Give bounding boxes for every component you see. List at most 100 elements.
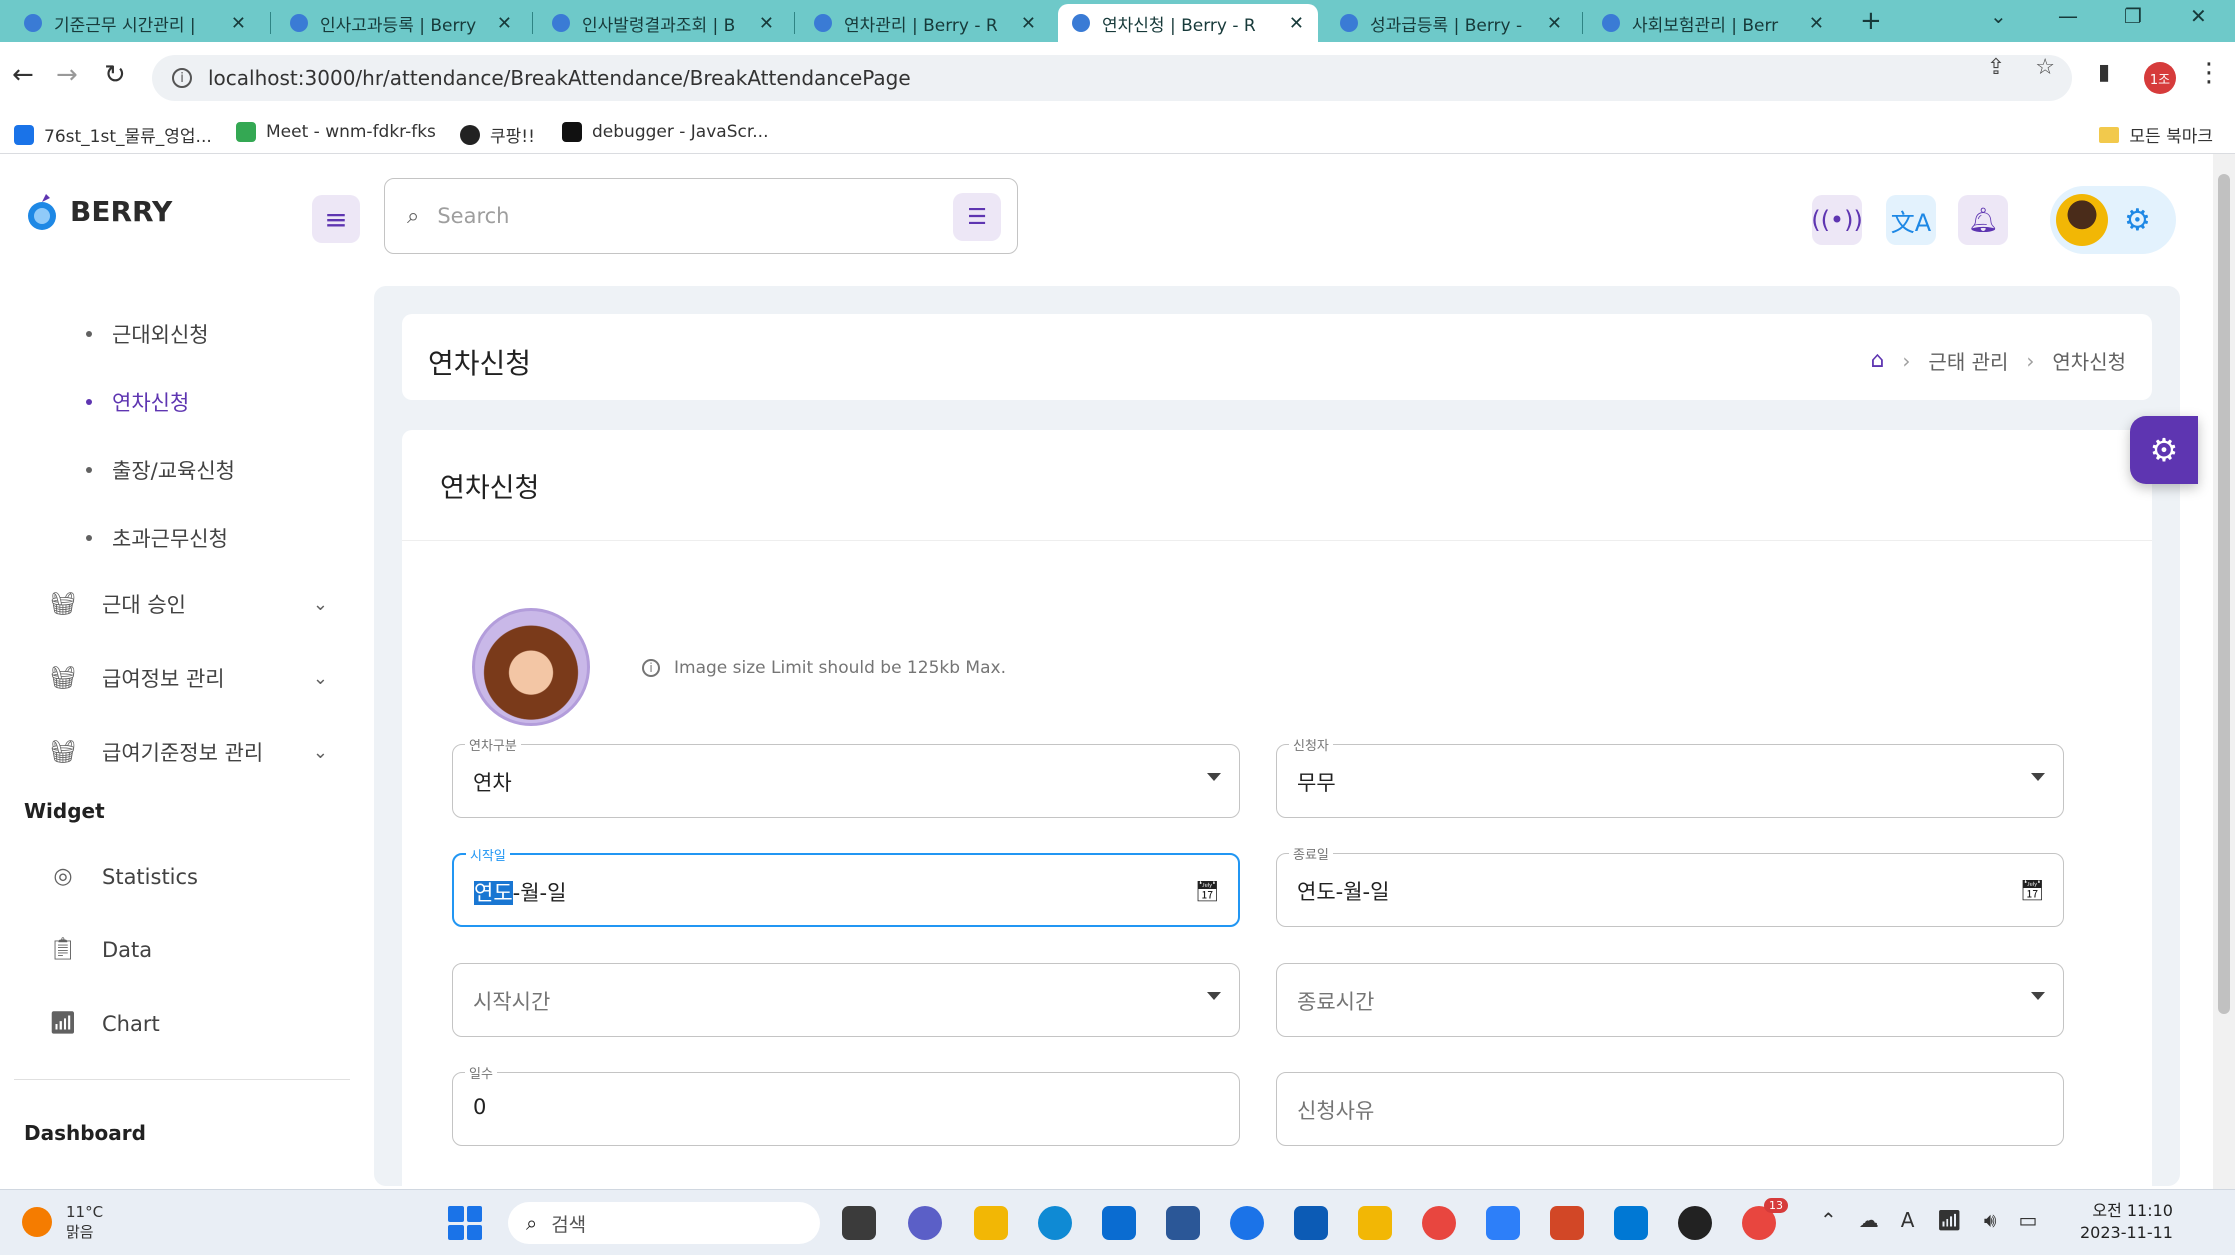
days-field[interactable]: 일수 0 [452,1063,1240,1146]
tab-close-icon[interactable]: ✕ [759,13,774,34]
side-panel-icon[interactable]: ▮ [2098,60,2110,85]
chrome-icon[interactable] [1422,1206,1456,1240]
notifications-button[interactable]: 🔔︎ [1958,195,2008,245]
restore-icon[interactable]: ❐ [2124,4,2142,28]
wifi-icon[interactable]: 📶︎ [1936,1208,1961,1232]
site-info-icon[interactable]: i [172,68,192,88]
scrollbar-thumb[interactable] [2218,174,2230,1014]
sidebar-item-chart[interactable]: 📶︎ Chart [48,1011,328,1036]
sidebar-item-leave-request[interactable]: 연차신청 [86,387,189,417]
sidebar-item-business-trip-request[interactable]: 출장/교육신청 [86,455,235,485]
folder-icon[interactable] [974,1206,1008,1240]
vscode-icon[interactable] [1614,1206,1648,1240]
start-time-select[interactable]: 시작시간 [452,963,1240,1037]
bookmark-item[interactable]: debugger - JavaScr... [562,122,768,142]
taskbar-search[interactable]: ⌕ 검색 [508,1202,820,1244]
remote-desktop-icon[interactable] [1102,1206,1136,1240]
broadcast-button[interactable]: ((•)) [1811,195,1863,245]
end-date-field[interactable]: 종료일 연도-월-일 📅︎ [1276,844,2064,927]
end-time-select[interactable]: 종료시간 [1276,963,2064,1037]
tab-0[interactable]: 기준근무 시간관리 | ✕ [10,4,260,42]
filter-button[interactable]: ☰ [953,193,1001,241]
customization-settings-button[interactable]: ⚙ [2130,416,2198,484]
url-bar[interactable]: i localhost:3000/hr/attendance/BreakAtte… [152,55,2072,101]
bookmark-item[interactable]: Meet - wnm-fdkr-fks [236,122,436,142]
sidebar-item-attendance-request[interactable]: 근대외신청 [86,319,209,349]
bookmark-item[interactable]: 쿠팡!! [460,122,535,147]
leave-type-select[interactable]: 연차구분 연차 [452,735,1240,818]
field-value[interactable]: 연도-월-일 [474,877,566,907]
year-segment-selected[interactable]: 연도 [474,881,513,905]
browser-profile-avatar[interactable]: 1조 [2144,62,2176,94]
forward-icon[interactable]: → [56,60,78,90]
calendar-icon[interactable]: 📅︎ [2020,878,2045,902]
applicant-photo[interactable] [472,608,590,726]
tab-1[interactable]: 인사고과등록 | Berry ✕ [276,4,526,42]
calendar-icon[interactable]: 📅︎ [1195,879,1220,903]
bookmark-item[interactable]: 76st_1st_물류_영업... [14,122,212,147]
tab-close-icon[interactable]: ✕ [1289,13,1304,34]
all-bookmarks[interactable]: 모든 북마크 [2099,122,2213,147]
translate-button[interactable]: 文A [1886,195,1936,245]
tab-5[interactable]: 성과급등록 | Berry - ✕ [1326,4,1576,42]
battery-icon[interactable]: ▭ [2018,1208,2037,1232]
home-icon[interactable]: ⌂ [1870,348,1884,373]
sidebar-item-data[interactable]: 📋︎ Data [48,937,328,962]
volume-icon[interactable]: 🔊︎ [1984,1208,1997,1232]
minimize-icon[interactable]: — [2058,4,2078,28]
arrow-app-icon[interactable] [1230,1206,1264,1240]
reload-icon[interactable]: ↻ [104,60,126,90]
x-app-icon[interactable] [1294,1206,1328,1240]
sidebar-group-attendance-approval[interactable]: 🧺︎ 근대 승인 ⌄ [48,589,328,619]
sidebar-item-overtime-request[interactable]: 초과근무신청 [86,523,228,553]
edge-icon[interactable] [1038,1206,1072,1240]
tab-close-icon[interactable]: ✕ [1021,13,1036,34]
search-box[interactable]: ⌕ ☰ [384,178,1018,254]
store-icon[interactable] [1166,1206,1200,1240]
breadcrumb-item[interactable]: 근태 관리 [1928,346,2008,375]
tab-close-icon[interactable]: ✕ [1809,13,1824,34]
media-player-icon[interactable] [1678,1206,1712,1240]
search-input[interactable] [437,204,898,228]
tab-6[interactable]: 사회보험관리 | Berr ✕ [1588,4,1838,42]
ime-icon[interactable]: A [1901,1208,1915,1232]
start-date-field[interactable]: 시작일 연도-월-일 📅︎ [452,845,1240,927]
sidebar-group-payroll-standard[interactable]: 🧺︎ 급여기준정보 관리 ⌄ [48,737,328,767]
new-tab-icon[interactable]: + [1860,6,1882,36]
month-day-segment[interactable]: -월-일 [513,881,567,905]
powerpoint-icon[interactable] [1550,1206,1584,1240]
share-icon[interactable]: ⇪ [1987,55,2005,80]
tab-search-chevron-icon[interactable]: ⌄ [1990,4,2007,28]
start-button[interactable] [448,1206,482,1240]
network-icon[interactable]: ☁ [1859,1208,1879,1232]
applicant-select[interactable]: 신청자 무무 [1276,735,2064,818]
sidebar-group-payroll-info[interactable]: 🧺︎ 급여정보 관리 ⌄ [48,663,328,693]
page-scrollbar[interactable] [2213,154,2235,1189]
close-window-icon[interactable]: ✕ [2190,4,2207,28]
intellij-icon[interactable] [1358,1206,1392,1240]
url-text[interactable]: localhost:3000/hr/attendance/BreakAttend… [208,66,911,90]
browser-menu-icon[interactable]: ⋮ [2196,58,2222,88]
brand-logo[interactable]: BERRY [24,190,172,232]
tab-close-icon[interactable]: ✕ [1547,13,1562,34]
tab-4-active[interactable]: 연차신청 | Berry - R ✕ [1058,4,1318,42]
file-explorer-taskbar-icon[interactable] [842,1206,876,1240]
bookmark-star-icon[interactable]: ☆ [2035,55,2055,80]
field-value[interactable]: 0 [473,1095,486,1119]
weather-widget[interactable]: 11°C 맑음 [22,1202,103,1242]
sidebar-item-statistics[interactable]: ◎ Statistics [48,864,328,889]
teams-icon[interactable] [908,1206,942,1240]
menu-toggle-button[interactable]: ≡ [312,195,360,243]
profile-menu-button[interactable]: ⚙ [2050,186,2176,254]
capture-app-icon[interactable] [1486,1206,1520,1240]
tab-close-icon[interactable]: ✕ [231,13,246,34]
tab-2[interactable]: 인사발령결과조회 | B ✕ [538,4,788,42]
tray-chevron-icon[interactable]: ⌃ [1820,1208,1837,1232]
field-value[interactable]: 연도-월-일 [1297,876,1389,906]
tab-3[interactable]: 연차관리 | Berry - R ✕ [800,4,1050,42]
reason-field[interactable]: 신청사유 [1276,1072,2064,1146]
tab-close-icon[interactable]: ✕ [497,13,512,34]
taskbar-clock[interactable]: 오전 11:10 2023-11-11 [2080,1200,2173,1244]
user-avatar [2056,194,2108,246]
back-icon[interactable]: ← [12,60,34,90]
